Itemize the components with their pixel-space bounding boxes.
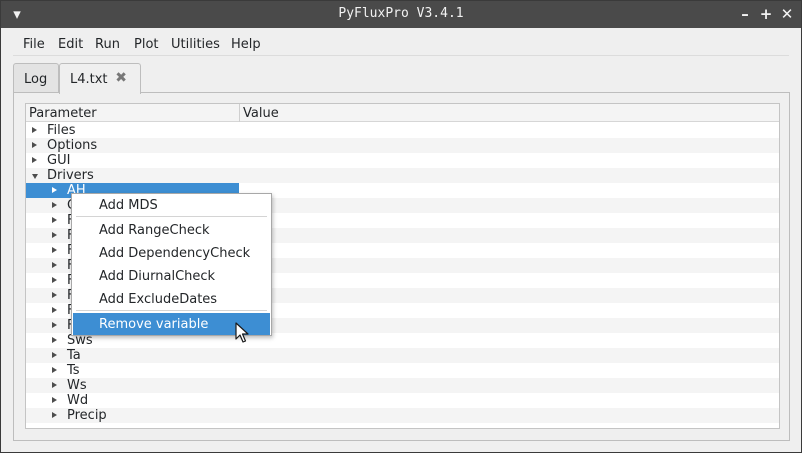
maximize-icon[interactable]: + xyxy=(756,4,776,24)
tab-close-icon[interactable]: ✖ xyxy=(115,70,127,86)
expand-arrow-right-icon[interactable] xyxy=(52,247,57,253)
column-header-parameter[interactable]: Parameter xyxy=(29,106,97,121)
expand-arrow-right-icon[interactable] xyxy=(32,157,37,163)
expand-arrow-right-icon[interactable] xyxy=(52,367,57,373)
tree-row-label: Files xyxy=(47,123,76,138)
menu-edit[interactable]: Edit xyxy=(58,37,83,52)
tree-row-label: Ta xyxy=(67,348,81,363)
tree-row[interactable]: Drivers xyxy=(26,168,779,183)
tree-row-label: Drivers xyxy=(47,168,94,183)
tree-row-label: GUI xyxy=(47,153,71,168)
menu-plot[interactable]: Plot xyxy=(134,37,159,52)
ctx-item-label: Add MDS xyxy=(99,198,158,213)
expand-arrow-right-icon[interactable] xyxy=(32,127,37,133)
tree-header: Parameter Value xyxy=(26,104,779,122)
tree-row[interactable]: Options xyxy=(26,138,779,153)
menu-utilities[interactable]: Utilities xyxy=(171,37,220,52)
ctx-item-label: Remove variable xyxy=(99,317,209,332)
expand-arrow-right-icon[interactable] xyxy=(52,187,57,193)
menu-file[interactable]: File xyxy=(23,37,45,52)
column-header-value[interactable]: Value xyxy=(243,106,279,121)
tab-l4-label: L4.txt xyxy=(70,72,108,87)
tab-log-label: Log xyxy=(24,72,48,87)
ctx-item-label: Add RangeCheck xyxy=(99,223,210,238)
tree-row[interactable]: GUI xyxy=(26,153,779,168)
expand-arrow-right-icon[interactable] xyxy=(52,382,57,388)
expand-arrow-right-icon[interactable] xyxy=(52,322,57,328)
close-icon[interactable]: ✕ xyxy=(777,4,797,24)
ctx-item-label: Add ExcludeDates xyxy=(99,292,218,307)
menu-run[interactable]: Run xyxy=(95,37,120,52)
expand-arrow-right-icon[interactable] xyxy=(52,292,57,298)
app-window: ▾ PyFluxPro V3.4.1 – + ✕ File Edit Run P… xyxy=(0,0,802,453)
tab-l4-txt[interactable]: L4.txt ✖ xyxy=(59,63,141,94)
context-menu: Add MDS Add RangeCheck Add DependencyChe… xyxy=(71,193,272,336)
tree-row-label: Wd xyxy=(67,393,89,408)
expand-arrow-right-icon[interactable] xyxy=(52,277,57,283)
expand-arrow-right-icon[interactable] xyxy=(52,202,57,208)
tree-row[interactable]: Wd xyxy=(26,393,779,408)
mouse-pointer-icon xyxy=(235,322,249,343)
expand-arrow-right-icon[interactable] xyxy=(52,262,57,268)
ctx-separator xyxy=(76,310,267,311)
ctx-separator xyxy=(76,216,267,217)
ctx-add-mds[interactable]: Add MDS xyxy=(73,194,270,216)
tree-row-label: Options xyxy=(47,138,98,153)
menu-help[interactable]: Help xyxy=(231,37,261,52)
ctx-add-diurnalcheck[interactable]: Add DiurnalCheck xyxy=(73,265,270,287)
tab-log[interactable]: Log xyxy=(13,63,59,93)
tree-row-label: Ws xyxy=(67,378,87,393)
minimize-icon[interactable]: – xyxy=(735,4,755,24)
tree-row[interactable]: Ts xyxy=(26,363,779,378)
tree-row-label: Precip xyxy=(67,408,107,423)
expand-arrow-right-icon[interactable] xyxy=(52,232,57,238)
ctx-add-excludedates[interactable]: Add ExcludeDates xyxy=(73,288,270,310)
window-title: PyFluxPro V3.4.1 xyxy=(338,6,464,21)
tree-row[interactable]: Files xyxy=(26,123,779,138)
expand-arrow-right-icon[interactable] xyxy=(52,397,57,403)
ctx-item-label: Add DependencyCheck xyxy=(99,246,251,261)
tree-row[interactable]: Precip xyxy=(26,408,779,423)
menu-bar: File Edit Run Plot Utilities Help xyxy=(1,31,801,55)
expand-arrow-right-icon[interactable] xyxy=(52,352,57,358)
tree-row[interactable]: Ws xyxy=(26,378,779,393)
expand-arrow-right-icon[interactable] xyxy=(52,307,57,313)
expand-arrow-down-icon[interactable] xyxy=(32,174,38,179)
tree-row[interactable]: Ta xyxy=(26,348,779,363)
ctx-item-label: Add DiurnalCheck xyxy=(99,269,216,284)
column-divider[interactable] xyxy=(239,104,240,122)
menu-separator xyxy=(13,55,789,56)
expand-arrow-right-icon[interactable] xyxy=(52,217,57,223)
expand-arrow-right-icon[interactable] xyxy=(52,337,57,343)
expand-arrow-right-icon[interactable] xyxy=(32,142,37,148)
expand-arrow-right-icon[interactable] xyxy=(52,412,57,418)
ctx-add-rangecheck[interactable]: Add RangeCheck xyxy=(73,219,270,241)
ctx-add-dependencycheck[interactable]: Add DependencyCheck xyxy=(73,242,270,264)
tree-row-label: Ts xyxy=(67,363,80,378)
title-bar[interactable]: ▾ PyFluxPro V3.4.1 – + ✕ xyxy=(1,1,801,28)
